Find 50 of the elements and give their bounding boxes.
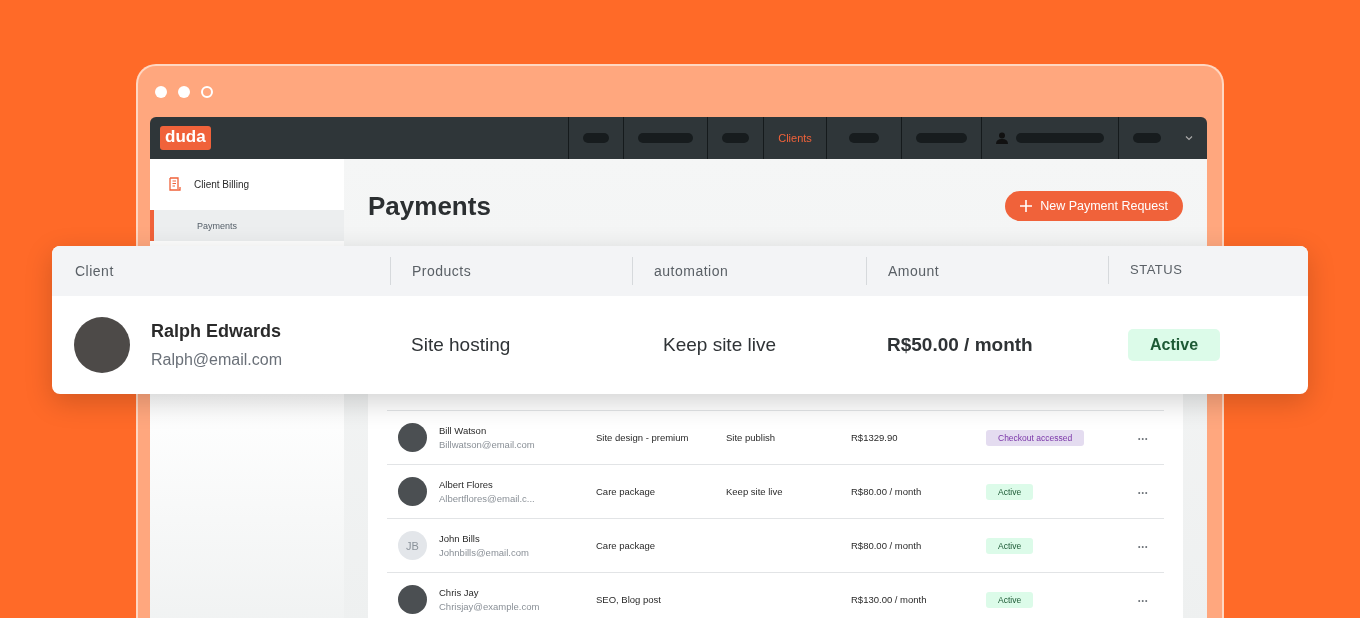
column-header: Client (74, 262, 115, 281)
client-email: Chrisjay@example.com (439, 601, 541, 612)
new-payment-request-button[interactable]: New Payment Request (1005, 191, 1183, 221)
client-name: Chris Jay (439, 587, 480, 598)
avatar-photo-placeholder (74, 317, 130, 373)
amount-text: R$130.00 / month (851, 594, 927, 605)
sidebar-section-title: Client Billing (194, 179, 250, 190)
client-email: Ralph@email.com (151, 351, 282, 369)
avatar-photo-placeholder (398, 423, 427, 452)
product-text: Care package (596, 540, 656, 551)
amount-text: R$80.00 / month (851, 486, 922, 497)
client-email: Johnbills@email.com (439, 547, 530, 558)
window-dot-icon (201, 85, 213, 98)
client-name: Bill Watson (439, 425, 488, 436)
client-name: John Bills (439, 533, 481, 544)
column-header: Products (390, 257, 632, 285)
automation-text: Site publish (726, 432, 776, 443)
logo[interactable]: duda (160, 126, 211, 150)
product-text: Site design - premium (596, 432, 689, 443)
avatar-photo-placeholder (398, 585, 427, 614)
status-badge: Active (986, 591, 1034, 608)
avatar-initials: JB (398, 531, 427, 560)
status-badge: Checkout accessed (986, 429, 1085, 446)
window-dot-icon (178, 85, 190, 98)
product-text: SEO, Blog post (596, 594, 661, 605)
client-name: Albert Flores (439, 479, 494, 490)
column-header: automation (632, 257, 866, 285)
column-header: STATUS (1108, 255, 1308, 284)
status-badge: Active (986, 483, 1034, 500)
plus-icon (1020, 200, 1033, 212)
automation-text: Keep site live (663, 334, 776, 355)
amount-text: R$1329.90 (851, 432, 898, 443)
window-dot-icon (155, 85, 167, 98)
client-name: Ralph Edwards (151, 321, 282, 342)
amount-text: R$80.00 / month (851, 540, 922, 551)
product-text: Care package (596, 486, 656, 497)
receipt-icon (168, 177, 182, 192)
client-email: Albertflores@email.c... (439, 493, 536, 504)
chevron-down-icon (1185, 135, 1193, 141)
sidebar-item[interactable]: Payments (150, 210, 344, 241)
automation-text: Keep site live (726, 486, 783, 497)
client-email: Billwatson@email.com (439, 439, 536, 450)
status-badge: Active (986, 537, 1034, 554)
user-icon (996, 132, 1008, 144)
product-text: Site hosting (411, 334, 511, 355)
avatar-photo-placeholder (398, 477, 427, 506)
amount-text: R$50.00 / month (887, 334, 1033, 355)
status-badge: Active (1128, 329, 1221, 361)
page-title: Payments (368, 190, 491, 222)
column-header: Amount (866, 257, 1108, 285)
